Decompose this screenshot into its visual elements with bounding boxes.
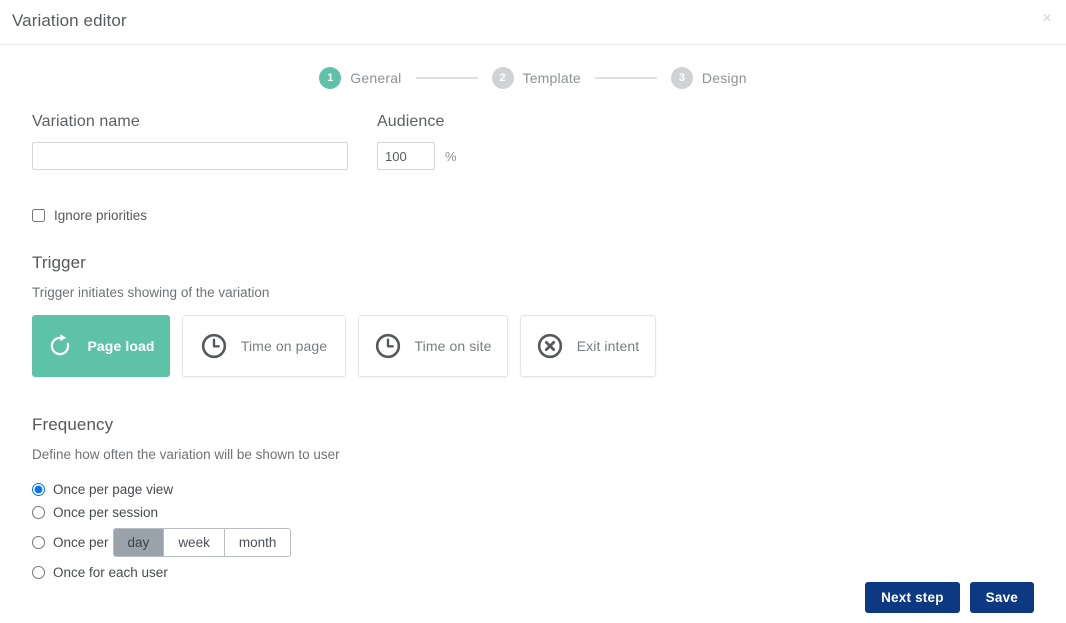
general-fields-row: Variation name Audience % [32,113,1034,170]
step-connector-1 [415,77,478,79]
modal-footer: Next step Save [865,582,1034,613]
period-segmented-control: day week month [112,528,292,557]
frequency-option-session[interactable]: Once per session [32,501,1034,524]
ignore-priorities-label: Ignore priorities [54,208,148,223]
variation-name-input[interactable] [32,142,348,170]
trigger-subtitle: Trigger initiates showing of the variati… [32,285,270,300]
ignore-priorities-row[interactable]: Ignore priorities [32,208,1034,223]
trigger-label-exit-intent: Exit intent [576,338,640,354]
frequency-radio-session[interactable] [32,506,45,519]
frequency-option-each-user[interactable]: Once for each user [32,561,1034,584]
trigger-label-time-on-site: Time on site [414,338,492,354]
frequency-radio-page-view[interactable] [32,483,45,496]
modal-body: Variation name Audience % Ignore priorit… [0,113,1066,584]
frequency-option-period[interactable]: Once per day week month [32,527,1034,558]
wizard-stepper: 1 General 2 Template 3 Design [0,65,1066,91]
clock-icon [201,333,226,359]
frequency-radio-period[interactable] [32,536,45,549]
audience-input[interactable] [377,142,435,170]
variation-name-field-group: Variation name [32,113,377,170]
frequency-option-page-view[interactable]: Once per page view [32,478,1034,501]
next-step-button[interactable]: Next step [865,582,960,613]
audience-percent-sign: % [445,148,457,164]
ignore-priorities-checkbox[interactable] [32,209,45,222]
trigger-option-time-on-site[interactable]: Time on site [358,315,508,377]
save-button[interactable]: Save [969,582,1034,613]
frequency-label-each-user: Once for each user [53,565,168,580]
step-label-template: Template [522,70,581,86]
variation-name-label: Variation name [32,113,140,130]
trigger-option-time-on-page[interactable]: Time on page [182,315,346,377]
page-title: Variation editor [12,11,127,30]
trigger-label-page-load: Page load [87,338,155,354]
modal-header: Variation editor × [0,0,1066,45]
step-template[interactable]: 2 Template [491,67,581,89]
step-label-general: General [350,70,402,86]
frequency-label-session: Once per session [53,505,159,520]
step-general[interactable]: 1 General [319,67,401,89]
period-segment-week[interactable]: week [164,529,225,556]
step-connector-2 [594,77,657,79]
frequency-subtitle: Define how often the variation will be s… [32,447,340,462]
close-icon[interactable]: × [1036,8,1058,30]
frequency-label-period: Once per [53,535,109,550]
close-circle-icon [537,333,562,359]
period-segment-month[interactable]: month [224,529,291,556]
frequency-options: Once per page view Once per session Once… [32,478,1034,584]
frequency-section: Frequency Define how often the variation… [32,415,1034,584]
trigger-title: Trigger [32,253,86,272]
period-segment-day[interactable]: day [113,529,165,556]
trigger-option-page-load[interactable]: Page load [32,315,170,377]
frequency-radio-each-user[interactable] [32,566,45,579]
step-number-1: 1 [319,67,342,89]
refresh-icon [51,334,70,356]
step-number-3: 3 [670,67,693,89]
trigger-option-exit-intent[interactable]: Exit intent [520,315,656,377]
clock-icon [375,333,400,359]
frequency-label-page-view: Once per page view [53,482,174,497]
step-number-2: 2 [491,67,514,89]
trigger-label-time-on-page: Time on page [240,338,328,354]
step-label-design: Design [701,70,747,86]
step-design[interactable]: 3 Design [670,67,747,89]
trigger-section: Trigger Trigger initiates showing of the… [32,253,1034,377]
audience-label: Audience [377,113,445,130]
frequency-title: Frequency [32,415,114,434]
audience-field-group: Audience % [377,113,457,170]
trigger-options: Page load Time on page Time on site Exit… [32,315,1034,377]
